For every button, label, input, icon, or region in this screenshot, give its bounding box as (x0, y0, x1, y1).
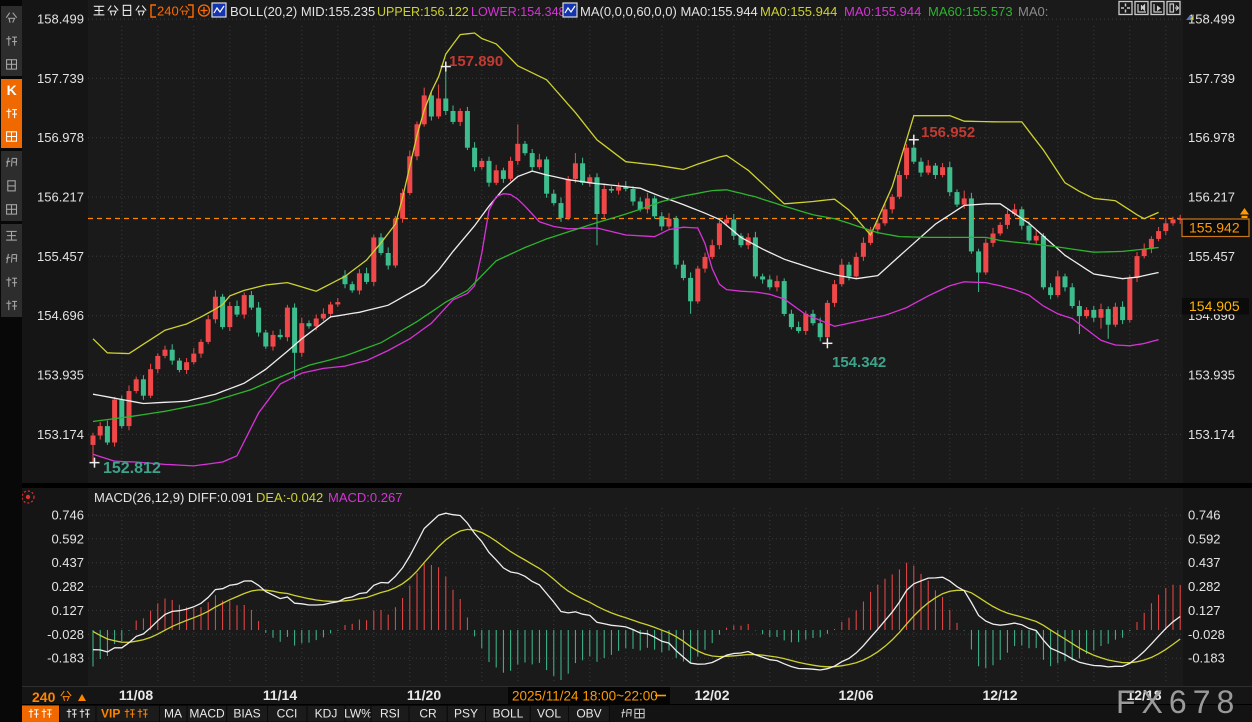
svg-text:0.592: 0.592 (51, 531, 84, 546)
svg-text:156.978: 156.978 (37, 130, 84, 145)
svg-text:RSI: RSI (380, 707, 400, 721)
svg-text:MA60:155.573: MA60:155.573 (928, 4, 1013, 19)
svg-text:VIP: VIP (101, 707, 120, 721)
svg-text:11/20: 11/20 (407, 687, 441, 703)
svg-text:154.342: 154.342 (832, 354, 886, 371)
svg-text:0.282: 0.282 (51, 579, 84, 594)
svg-text:PSY: PSY (454, 707, 478, 721)
svg-text:156.217: 156.217 (37, 190, 84, 205)
svg-text:157.890: 157.890 (449, 53, 503, 70)
svg-text:155.942: 155.942 (1189, 220, 1240, 236)
svg-text:MA0:155.944: MA0:155.944 (844, 4, 921, 19)
svg-text:LOWER:154.348: LOWER:154.348 (471, 5, 566, 19)
svg-text:158.499: 158.499 (1188, 12, 1235, 27)
svg-text:LW%: LW% (344, 707, 372, 721)
svg-text:0.746: 0.746 (1188, 508, 1221, 523)
svg-text:BOLL: BOLL (493, 707, 524, 721)
svg-text:CCI: CCI (277, 707, 298, 721)
svg-text:0.127: 0.127 (51, 603, 84, 618)
svg-text:0.592: 0.592 (1188, 531, 1221, 546)
svg-text:12/02: 12/02 (694, 687, 729, 703)
svg-text:158.499: 158.499 (37, 12, 84, 27)
svg-text:MA(0,0,0,60,0,0) MA0:155.944: MA(0,0,0,60,0,0) MA0:155.944 (580, 4, 758, 19)
svg-text:12/06: 12/06 (838, 687, 873, 703)
svg-text:240: 240 (32, 689, 56, 705)
svg-text:DEA:-0.042: DEA:-0.042 (256, 490, 323, 505)
svg-text:11/08: 11/08 (119, 687, 153, 703)
svg-text:156.217: 156.217 (1188, 190, 1235, 205)
svg-text:VOL: VOL (537, 707, 561, 721)
svg-text:BOLL(20,2) MID:155.235: BOLL(20,2) MID:155.235 (230, 4, 375, 19)
svg-text:0.437: 0.437 (51, 555, 84, 570)
svg-text:CR: CR (419, 707, 437, 721)
svg-text:153.935: 153.935 (1188, 368, 1235, 383)
svg-text:MA0:: MA0: (1018, 4, 1048, 19)
svg-text:152.812: 152.812 (103, 460, 161, 477)
svg-text:-0.028: -0.028 (1188, 627, 1225, 642)
svg-text:FX678: FX678 (1116, 684, 1240, 720)
svg-text:-0.183: -0.183 (1188, 651, 1225, 666)
svg-text:0.282: 0.282 (1188, 579, 1221, 594)
svg-text:157.739: 157.739 (1188, 71, 1235, 86)
svg-text:0.127: 0.127 (1188, 603, 1221, 618)
svg-text:155.457: 155.457 (1188, 249, 1235, 264)
svg-text:MA0:155.944: MA0:155.944 (760, 4, 837, 19)
svg-text:11/14: 11/14 (263, 687, 297, 703)
svg-text:153.935: 153.935 (37, 368, 84, 383)
svg-text:BIAS: BIAS (233, 707, 260, 721)
svg-text:156.952: 156.952 (921, 124, 975, 141)
svg-text:MACD: MACD (189, 707, 225, 721)
svg-text:153.174: 153.174 (1188, 427, 1235, 442)
svg-text:154.905: 154.905 (1189, 298, 1240, 314)
svg-text:155.457: 155.457 (37, 249, 84, 264)
svg-text:K: K (7, 82, 17, 98)
svg-text:-0.183: -0.183 (47, 651, 84, 666)
svg-text:240: 240 (157, 4, 179, 19)
svg-text:0.746: 0.746 (51, 508, 84, 523)
svg-text:MACD(26,12,9) DIFF:0.091: MACD(26,12,9) DIFF:0.091 (94, 490, 253, 505)
svg-text:UPPER:156.122: UPPER:156.122 (377, 5, 469, 19)
svg-text:157.739: 157.739 (37, 71, 84, 86)
svg-text:0.437: 0.437 (1188, 555, 1221, 570)
svg-text:MACD:0.267: MACD:0.267 (328, 490, 402, 505)
svg-text:-0.028: -0.028 (47, 627, 84, 642)
svg-text:156.978: 156.978 (1188, 130, 1235, 145)
svg-text:MA: MA (164, 707, 182, 721)
svg-text:OBV: OBV (576, 707, 601, 721)
svg-text:12/12: 12/12 (982, 687, 1017, 703)
svg-text:KDJ: KDJ (315, 707, 338, 721)
svg-text:154.696: 154.696 (37, 308, 84, 323)
svg-text:153.174: 153.174 (37, 427, 84, 442)
svg-text:2025/11/24 18:00~22:00: 2025/11/24 18:00~22:00 (512, 689, 658, 704)
